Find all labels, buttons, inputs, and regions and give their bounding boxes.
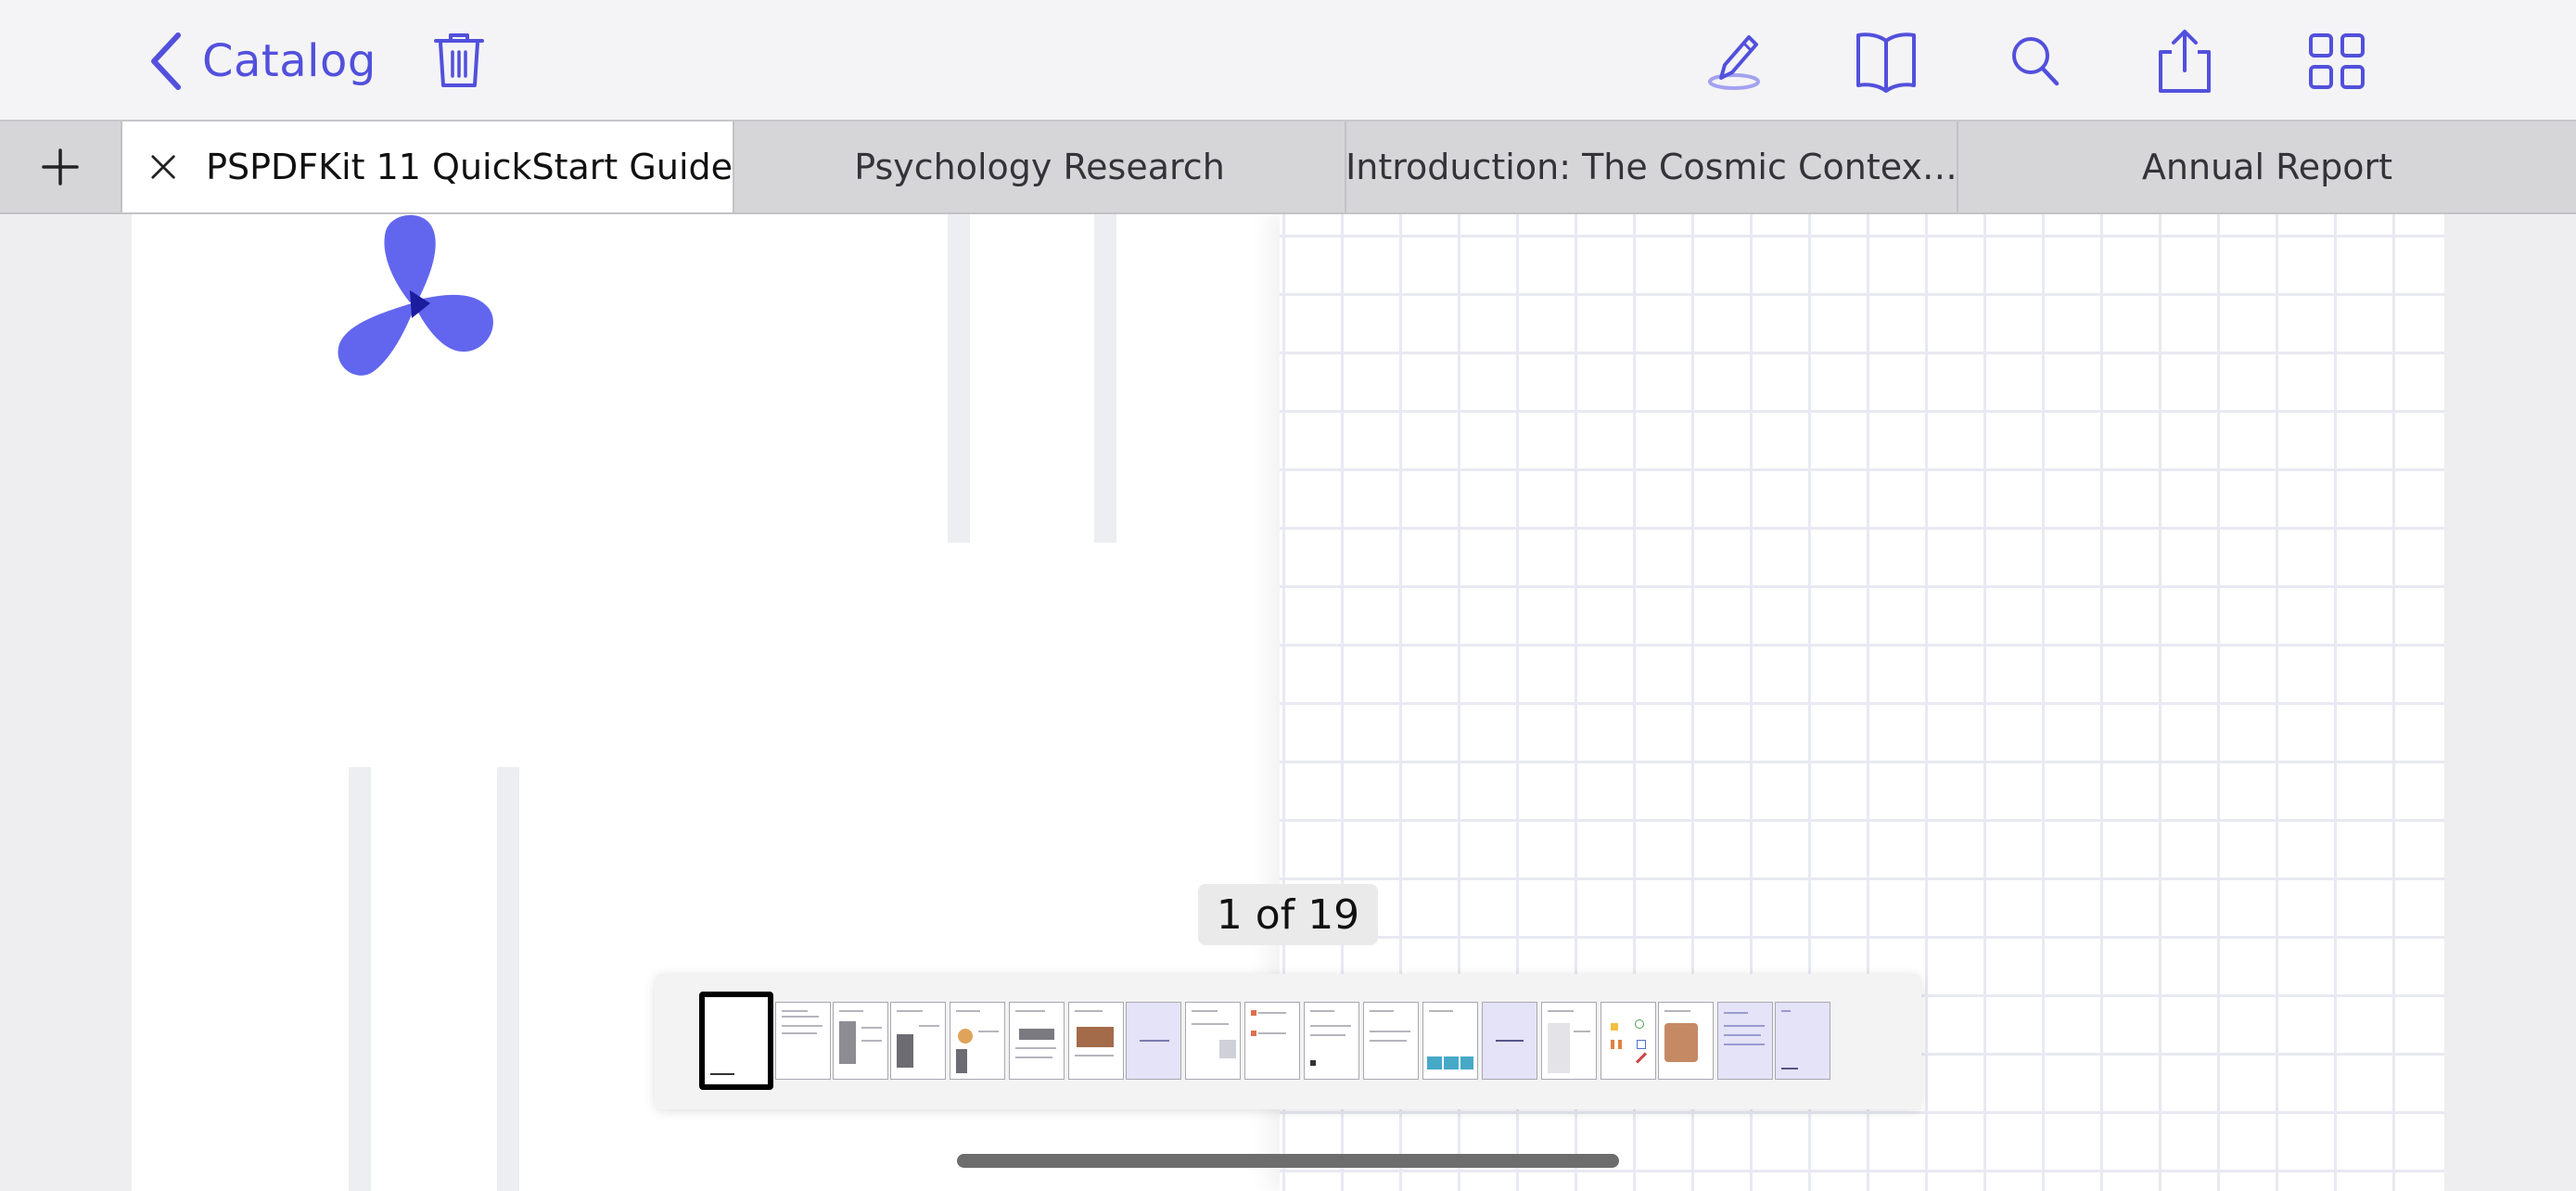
outline-book-icon — [1856, 32, 1916, 93]
pspdfkit-logo-icon — [338, 214, 493, 376]
top-toolbar: Catalog — [0, 0, 2576, 122]
thumbnail-grid-icon — [2309, 33, 2365, 89]
trash-icon — [434, 33, 484, 87]
page-number-label: 1 of 19 — [1198, 884, 1378, 945]
thumbnail-page-13[interactable] — [1422, 1002, 1478, 1080]
tab-quickstart-guide[interactable]: PSPDFKit 11 QuickStart Guide — [122, 122, 734, 212]
tab-label: Annual Report — [2141, 147, 2393, 187]
thumbnail-page-11[interactable] — [1304, 1002, 1359, 1080]
search-icon — [2012, 37, 2060, 86]
back-to-catalog-button[interactable]: Catalog — [148, 26, 376, 96]
decorative-bar — [497, 767, 519, 1191]
decorative-bar — [948, 214, 970, 543]
decorative-bar — [1094, 214, 1116, 543]
share-icon — [2159, 30, 2211, 93]
add-tab-button[interactable] — [0, 122, 122, 212]
thumbnail-page-4[interactable] — [890, 1002, 946, 1080]
thumbnail-page-14[interactable] — [1482, 1002, 1537, 1080]
thumbnail-page-8[interactable] — [1126, 1002, 1181, 1080]
thumbnail-page-6[interactable] — [1009, 1002, 1065, 1080]
thumbnail-page-5[interactable] — [950, 1002, 1005, 1080]
thumbnail-page-3[interactable] — [833, 1002, 888, 1080]
chevron-left-icon — [151, 32, 181, 90]
tab-label: Psychology Research — [854, 147, 1225, 187]
thumbnail-page-7[interactable] — [1068, 1002, 1124, 1080]
home-indicator[interactable] — [957, 1154, 1619, 1168]
thumbnail-page-16[interactable] — [1600, 1002, 1656, 1080]
decorative-bar — [349, 767, 371, 1191]
search-button[interactable] — [2001, 28, 2072, 95]
tab-psychology-research[interactable]: Psychology Research — [734, 122, 1346, 212]
thumbnail-page-19[interactable] — [1775, 1002, 1830, 1080]
tab-annual-report[interactable]: Annual Report — [1958, 122, 2576, 212]
thumbnail-page-18[interactable] — [1717, 1002, 1773, 1080]
back-label: Catalog — [202, 35, 376, 87]
tab-cosmic-context[interactable]: Introduction: The Cosmic Contex… — [1346, 122, 1958, 212]
thumbnail-page-17[interactable] — [1658, 1002, 1714, 1080]
thumbnail-page-1[interactable] — [699, 992, 773, 1090]
tab-label: Introduction: The Cosmic Contex… — [1346, 147, 1958, 187]
delete-button[interactable] — [432, 32, 486, 89]
thumbnail-page-2[interactable] — [775, 1002, 831, 1080]
document-tab-bar: PSPDFKit 11 QuickStart Guide Psychology … — [0, 122, 2576, 214]
share-button[interactable] — [2149, 28, 2220, 95]
page-scrubber-bar[interactable] — [655, 974, 1921, 1109]
thumbnail-page-15[interactable] — [1541, 1002, 1597, 1080]
close-tab-icon[interactable] — [148, 148, 178, 186]
thumbnail-page-10[interactable] — [1244, 1002, 1300, 1080]
outline-button[interactable] — [1851, 28, 1921, 95]
annotate-button[interactable] — [1701, 28, 1771, 95]
tab-label: PSPDFKit 11 QuickStart Guide — [206, 147, 733, 187]
thumbnail-grid-button[interactable] — [2302, 28, 2372, 95]
thumbnail-page-12[interactable] — [1363, 1002, 1419, 1080]
thumbnail-page-9[interactable] — [1185, 1002, 1241, 1080]
plus-icon — [42, 148, 79, 186]
annotation-pen-icon — [1708, 35, 1760, 90]
